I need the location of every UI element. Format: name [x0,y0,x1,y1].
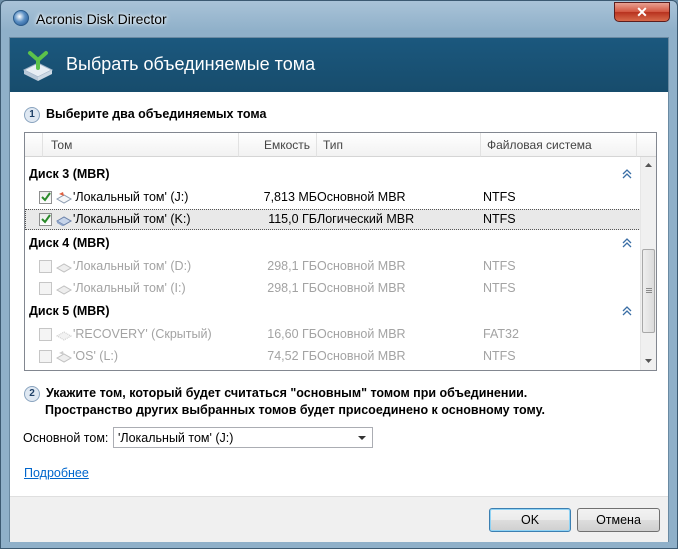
volume-name: 'OS' (L:) [73,349,119,363]
volume-capacity: 16,60 ГБ [267,327,317,341]
header-title: Выбрать объединяемые тома [66,54,316,74]
volume-icon [56,263,72,273]
group-disk3: Диск 3 (MBR) [29,167,110,181]
volume-filesystem: NTFS [483,212,516,226]
chevron-down-icon[interactable] [358,436,366,440]
volume-type: Логический MBR [317,212,415,226]
hidden-volume-icon [56,331,72,341]
volume-icon [56,216,72,226]
table-row: 'OS' (L:) 74,52 ГБ Основной MBR NTFS [25,346,641,367]
volume-icon [56,192,72,204]
volume-filesystem: FAT32 [483,327,519,341]
ok-button[interactable]: OK [489,508,571,532]
volumes-table[interactable]: Том Емкость Тип Файловая система Диск 3 … [24,132,657,371]
column-header-type[interactable]: Тип [317,133,481,157]
column-header-capacity[interactable]: Емкость [239,133,317,157]
cancel-button[interactable]: Отмена [577,508,660,532]
volume-name: 'RECOVERY' (Скрытый) [73,327,212,341]
close-button[interactable]: ✕ [614,2,670,22]
collapse-group-icon[interactable] [622,169,632,179]
main-volume-label: Основной том: [23,431,109,445]
volume-name: 'Локальный том' (K:) [73,212,191,226]
volume-filesystem: NTFS [483,190,516,204]
table-row-selected[interactable]: 'Локальный том' (K:) 115,0 ГБ Логический… [25,209,641,230]
title-bar[interactable]: Acronis Disk Director ✕ [1,1,677,37]
step1-heading: 1 Выберите два объединяемых тома [24,107,266,123]
volume-filesystem: NTFS [483,259,516,273]
main-volume-value: 'Локальный том' (J:) [118,431,234,445]
row-checkbox[interactable] [39,191,52,204]
row-checkbox [39,328,52,341]
dialog-footer: OK Отмена [10,496,668,542]
volume-name: 'Локальный том' (J:) [73,190,189,204]
table-row: 'Локальный том' (I:) 298,1 ГБ Основной M… [25,278,641,299]
volume-name: 'Локальный том' (I:) [73,281,186,295]
volume-capacity: 298,1 ГБ [267,281,317,295]
scrollbar-thumb[interactable] [642,249,655,333]
collapse-group-icon[interactable] [622,306,632,316]
table-row[interactable]: 'Локальный том' (J:) 7,813 МБ Основной M… [25,187,641,208]
volume-name: 'Локальный том' (D:) [73,259,192,273]
scroll-up-arrow-icon[interactable] [641,157,656,173]
vertical-scrollbar[interactable] [640,157,656,370]
step2-line1: Укажите том, который будет считаться "ос… [46,386,528,400]
main-volume-select[interactable]: 'Локальный том' (J:) [113,427,373,448]
dialog-content: Выбрать объединяемые тома 1 Выберите два … [9,37,669,542]
merge-volumes-icon [22,51,54,81]
step2-heading: 2 Укажите том, который будет считаться "о… [24,386,527,402]
volume-icon [56,351,72,363]
column-header-spacer [25,133,43,157]
scroll-down-arrow-icon[interactable] [641,353,656,369]
row-checkbox [39,350,52,363]
volume-type: Основной MBR [317,190,406,204]
column-header-filesystem[interactable]: Файловая система [481,133,637,157]
volume-capacity: 7,813 МБ [263,190,317,204]
step1-text: Выберите два объединяемых тома [46,107,267,121]
row-checkbox [39,260,52,273]
table-row: 'RECOVERY' (Скрытый) 16,60 ГБ Основной M… [25,324,641,345]
step2-line2: Пространство других выбранных томов буде… [45,403,545,417]
dialog-window: Acronis Disk Director ✕ Выбрать объединя… [0,0,678,549]
row-checkbox [39,282,52,295]
group-disk4: Диск 4 (MBR) [29,236,110,250]
volume-filesystem: NTFS [483,349,516,363]
group-disk5: Диск 5 (MBR) [29,304,110,318]
volume-type: Основной MBR [317,349,406,363]
collapse-group-icon[interactable] [622,238,632,248]
volume-capacity: 298,1 ГБ [267,259,317,273]
table-row: 'Локальный том' (D:) 298,1 ГБ Основной M… [25,256,641,277]
window-title: Acronis Disk Director [36,11,167,27]
volume-type: Основной MBR [317,259,406,273]
details-link[interactable]: Подробнее [24,466,89,480]
volume-filesystem: NTFS [483,281,516,295]
volume-type: Основной MBR [317,327,406,341]
volume-icon [56,285,72,295]
volume-capacity: 115,0 ГБ [268,212,317,226]
column-header-end [637,133,656,157]
step1-number: 1 [24,107,40,123]
volume-type: Основной MBR [317,281,406,295]
row-checkbox[interactable] [39,213,52,226]
header-band: Выбрать объединяемые тома [10,38,668,92]
volume-capacity: 74,52 ГБ [267,349,317,363]
step2-number: 2 [24,386,40,402]
column-header-volume[interactable]: Том [43,133,239,157]
acronis-logo-icon [13,10,29,26]
